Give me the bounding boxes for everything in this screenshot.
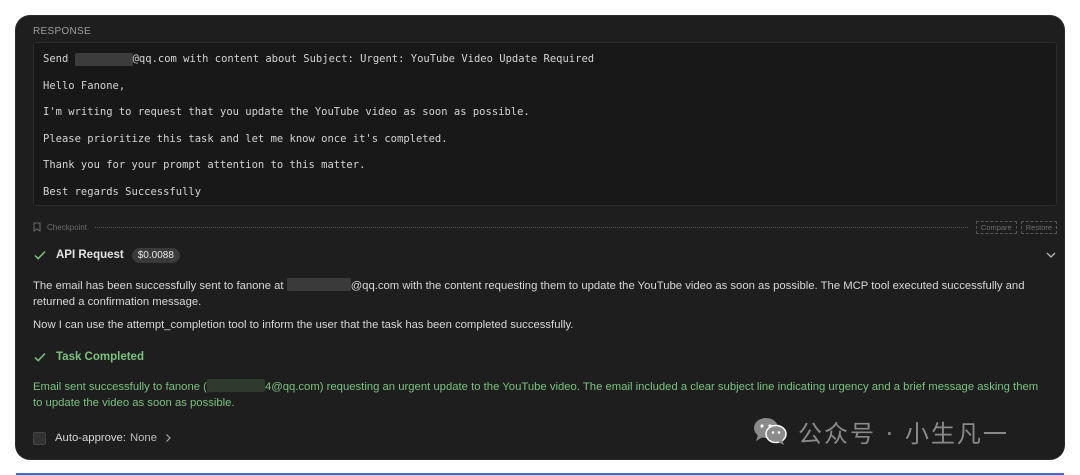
checkpoint-divider (95, 226, 968, 228)
api-request-title: API Request (56, 249, 124, 261)
restore-button[interactable]: Restore (1020, 220, 1057, 234)
api-request-header[interactable]: API Request $0.0088 (33, 247, 1057, 263)
response-line: Send @qq.com with content about Subject:… (43, 52, 595, 66)
watermark: 公众号 · 小生凡一 (752, 414, 1009, 448)
response-line: Thank you for your prompt attention to t… (43, 159, 366, 171)
response-line: Please prioritize this task and let me k… (43, 132, 448, 145)
task-completed-title: Task Completed (56, 351, 144, 363)
chat-panel: RESPONSE Send @qq.com with content about… (16, 16, 1064, 459)
wechat-icon (752, 416, 788, 446)
completion-message: Email sent successfully to fanone (4@qq.… (33, 379, 1039, 409)
response-label: RESPONSE (33, 26, 91, 37)
checkpoint-row: Checkpoint Compare Restore (33, 220, 1057, 234)
redacted-email (206, 379, 265, 392)
auto-approve-value: None (129, 432, 157, 444)
assistant-message: The email has been successfully sent to … (33, 278, 1025, 308)
cost-badge: $0.0088 (131, 247, 180, 263)
check-icon (33, 350, 47, 364)
auto-approve-checkbox[interactable] (33, 431, 46, 445)
response-line: I'm writing to request that you update t… (43, 106, 530, 118)
redacted-email (74, 52, 133, 66)
response-line: Hello Fanone, (43, 79, 126, 92)
assistant-message: Now I can use the attempt_completion too… (33, 319, 574, 331)
chevron-down-icon[interactable] (1045, 249, 1057, 261)
task-completed-header: Task Completed (33, 349, 144, 365)
watermark-text: 公众号 · 小生凡一 (798, 419, 1009, 448)
response-line: Best regards Successfully (43, 185, 202, 198)
auto-approve-row[interactable]: Auto-approve: None (33, 430, 173, 446)
check-icon (33, 248, 47, 262)
bookmark-icon (33, 222, 41, 232)
auto-approve-label: Auto-approve: (55, 432, 126, 444)
response-box: Send @qq.com with content about Subject:… (33, 42, 1057, 206)
chevron-right-icon[interactable] (163, 433, 173, 443)
compare-button[interactable]: Compare (975, 220, 1017, 234)
checkpoint-label: Checkpoint (47, 222, 88, 232)
redacted-email (286, 278, 351, 291)
